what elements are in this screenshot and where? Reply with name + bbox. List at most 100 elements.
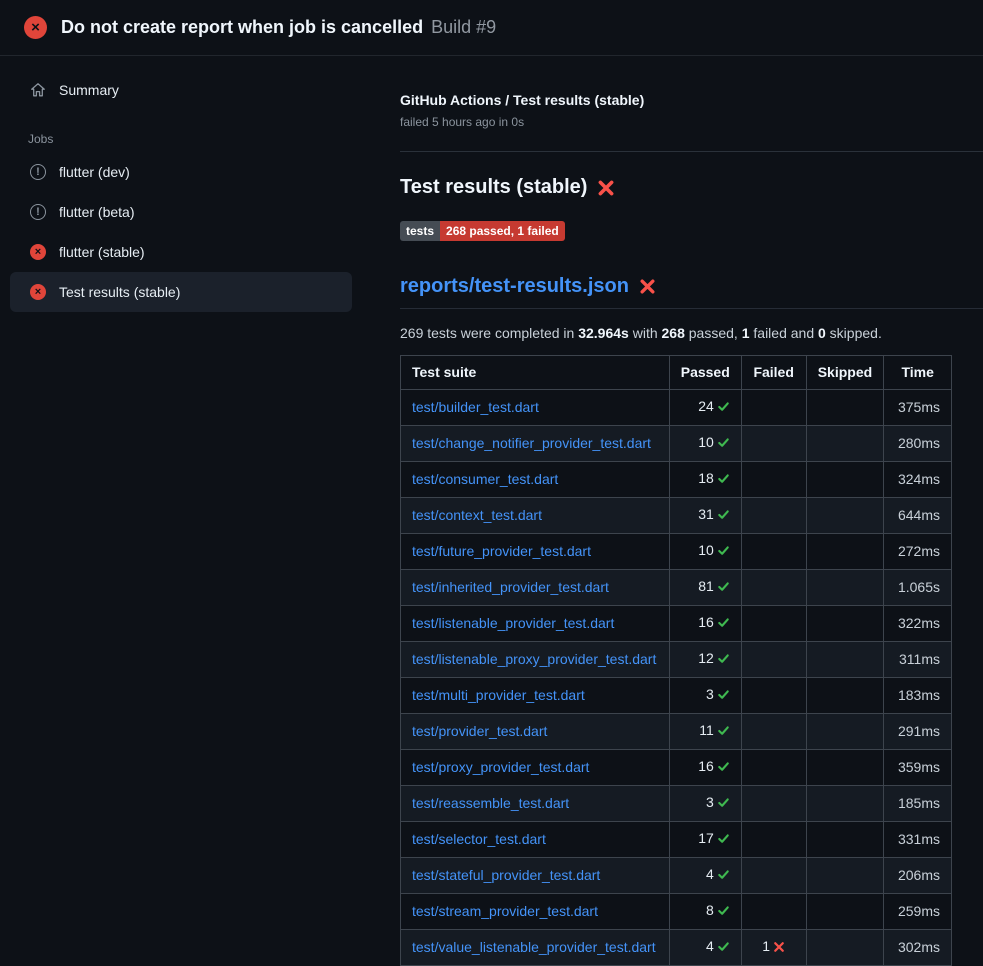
test-results-table: Test suitePassedFailedSkippedTime test/b… <box>400 355 952 966</box>
failed-cell <box>741 570 806 606</box>
summary-skipped-count: 0 <box>818 325 826 341</box>
x-mark-icon <box>639 278 656 295</box>
badge-label: tests <box>400 221 440 241</box>
divider <box>400 151 983 152</box>
suite-cell: test/listenable_provider_test.dart <box>401 606 670 642</box>
failed-count: 1 <box>762 938 770 954</box>
time-cell: 311ms <box>884 642 952 678</box>
suite-cell: test/stream_provider_test.dart <box>401 894 670 930</box>
breadcrumb: GitHub Actions / Test results (stable) <box>400 92 983 108</box>
skipped-cell <box>806 642 884 678</box>
column-header-test-suite: Test suite <box>401 356 670 390</box>
passed-cell: 16 <box>669 606 741 642</box>
failed-cell <box>741 894 806 930</box>
summary-text: passed, <box>685 325 742 341</box>
passed-cell: 18 <box>669 462 741 498</box>
suite-cell: test/inherited_provider_test.dart <box>401 570 670 606</box>
check-mark-icon <box>717 652 730 669</box>
table-row: test/builder_test.dart24375ms <box>401 390 952 426</box>
passed-count: 3 <box>706 794 714 810</box>
report-file-link[interactable]: reports/test-results.json <box>400 275 629 298</box>
check-mark-icon <box>717 724 730 741</box>
suite-cell: test/listenable_proxy_provider_test.dart <box>401 642 670 678</box>
check-mark-icon <box>717 688 730 705</box>
passed-count: 16 <box>698 614 714 630</box>
skipped-cell <box>806 426 884 462</box>
passed-cell: 24 <box>669 390 741 426</box>
sidebar-job-flutter-beta[interactable]: !flutter (beta) <box>10 192 352 232</box>
test-suite-link[interactable]: test/future_provider_test.dart <box>412 543 591 559</box>
test-suite-link[interactable]: test/builder_test.dart <box>412 399 539 415</box>
summary-failed-count: 1 <box>742 325 750 341</box>
table-row: test/listenable_proxy_provider_test.dart… <box>401 642 952 678</box>
job-label: flutter (dev) <box>59 163 130 181</box>
passed-count: 10 <box>698 434 714 450</box>
section-title-text: Test results (stable) <box>400 176 587 199</box>
suite-cell: test/multi_provider_test.dart <box>401 678 670 714</box>
skipped-cell <box>806 534 884 570</box>
failed-cell <box>741 858 806 894</box>
check-mark-icon <box>717 868 730 885</box>
job-label: flutter (beta) <box>59 203 134 221</box>
test-suite-link[interactable]: test/stream_provider_test.dart <box>412 903 598 919</box>
test-suite-link[interactable]: test/listenable_proxy_provider_test.dart <box>412 651 656 667</box>
passed-count: 12 <box>698 650 714 666</box>
failed-cell <box>741 606 806 642</box>
badge-value: 268 passed, 1 failed <box>440 221 565 241</box>
sidebar-job-test-results-stable[interactable]: ×Test results (stable) <box>10 272 352 312</box>
failed-cell <box>741 462 806 498</box>
test-suite-link[interactable]: test/context_test.dart <box>412 507 542 523</box>
test-suite-link[interactable]: test/change_notifier_provider_test.dart <box>412 435 651 451</box>
passed-count: 10 <box>698 542 714 558</box>
suite-cell: test/value_listenable_provider_test.dart <box>401 930 670 966</box>
test-suite-link[interactable]: test/proxy_provider_test.dart <box>412 759 589 775</box>
suite-cell: test/future_provider_test.dart <box>401 534 670 570</box>
sidebar: Summary Jobs ! flutter (dev) !flutter (bet… <box>0 56 368 312</box>
skipped-cell <box>806 894 884 930</box>
test-suite-link[interactable]: test/inherited_provider_test.dart <box>412 579 609 595</box>
failed-cell <box>741 426 806 462</box>
sidebar-job-flutter-stable[interactable]: ×flutter (stable) <box>10 232 352 272</box>
report-file-heading[interactable]: reports/test-results.json <box>400 275 983 309</box>
passed-cell: 16 <box>669 750 741 786</box>
sidebar-job-flutter-dev[interactable]: ! flutter (dev) <box>10 152 352 192</box>
test-suite-link[interactable]: test/reassemble_test.dart <box>412 795 569 811</box>
time-cell: 322ms <box>884 606 952 642</box>
suite-cell: test/builder_test.dart <box>401 390 670 426</box>
table-row: test/stateful_provider_test.dart4206ms <box>401 858 952 894</box>
column-header-skipped: Skipped <box>806 356 884 390</box>
failed-cell <box>741 390 806 426</box>
passed-count: 31 <box>698 506 714 522</box>
passed-count: 4 <box>706 866 714 882</box>
passed-cell: 81 <box>669 570 741 606</box>
passed-cell: 12 <box>669 642 741 678</box>
jobs-list: ! flutter (dev) !flutter (beta)×flutter (s… <box>0 152 368 312</box>
suite-cell: test/stateful_provider_test.dart <box>401 858 670 894</box>
test-suite-link[interactable]: test/value_listenable_provider_test.dart <box>412 939 656 955</box>
test-suite-link[interactable]: test/selector_test.dart <box>412 831 546 847</box>
test-suite-link[interactable]: test/provider_test.dart <box>412 723 547 739</box>
test-suite-link[interactable]: test/consumer_test.dart <box>412 471 558 487</box>
suite-cell: test/change_notifier_provider_test.dart <box>401 426 670 462</box>
main-content: GitHub Actions / Test results (stable) f… <box>368 56 983 966</box>
suite-cell: test/provider_test.dart <box>401 714 670 750</box>
table-row: test/multi_provider_test.dart3183ms <box>401 678 952 714</box>
passed-count: 81 <box>698 578 714 594</box>
test-suite-link[interactable]: test/stateful_provider_test.dart <box>412 867 600 883</box>
test-suite-link[interactable]: test/multi_provider_test.dart <box>412 687 585 703</box>
jobs-section-label: Jobs <box>28 132 368 146</box>
summary-text: skipped. <box>826 325 882 341</box>
time-cell: 183ms <box>884 678 952 714</box>
sidebar-item-summary[interactable]: Summary <box>0 72 368 108</box>
time-cell: 359ms <box>884 750 952 786</box>
passed-cell: 4 <box>669 858 741 894</box>
alert-circle-icon: ! <box>30 164 46 180</box>
time-cell: 644ms <box>884 498 952 534</box>
time-cell: 280ms <box>884 426 952 462</box>
check-run-header: × Do not create report when job is cance… <box>0 0 983 56</box>
check-mark-icon <box>717 580 730 597</box>
x-mark-icon <box>773 940 785 957</box>
suite-cell: test/reassemble_test.dart <box>401 786 670 822</box>
table-row: test/context_test.dart 31 644ms <box>401 498 952 534</box>
test-suite-link[interactable]: test/listenable_provider_test.dart <box>412 615 614 631</box>
